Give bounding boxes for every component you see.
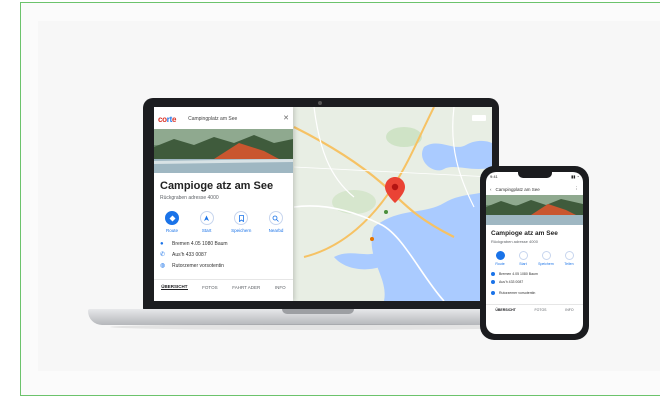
phone-icon: ✆ <box>160 252 166 258</box>
place-photo[interactable] <box>154 129 293 173</box>
phone-place-photo[interactable] <box>486 195 583 225</box>
phone-notch <box>518 172 552 178</box>
phone-tabs: ÜBERSICHT FOTOS INFO <box>486 304 583 315</box>
tab-photos[interactable]: FOTOS <box>202 285 217 290</box>
phone-address-text: Bremen 4.05 1080 Baum <box>499 272 538 276</box>
start-button[interactable]: Start <box>193 211 221 233</box>
place-panel: corte Campingplatz am See ✕ Campioge atz… <box>154 107 293 301</box>
navigate-icon <box>518 251 528 260</box>
tab-info[interactable]: INFO <box>275 285 286 290</box>
tab-directions[interactable]: FAHRT ADER <box>232 285 260 290</box>
bookmark-icon <box>541 251 551 260</box>
globe-icon: ◍ <box>160 263 166 269</box>
menu-icon[interactable]: ⋮ <box>575 186 580 192</box>
phone-tab-overview[interactable]: ÜBERSICHT <box>495 308 515 312</box>
place-title: Campioge atz am See <box>160 180 274 192</box>
phone-place-subtitle: Rückgraben adresse 4000 <box>491 239 538 244</box>
address-row[interactable]: ● Bremen 4.05 1080 Baum <box>160 241 228 247</box>
action-label: Nearbd <box>268 228 284 233</box>
action-label: Speichern <box>231 228 252 233</box>
close-icon[interactable]: ✕ <box>282 115 290 123</box>
action-label: Start <box>201 228 212 233</box>
status-time: 9:41 <box>490 174 498 179</box>
park-2 <box>332 190 376 214</box>
search-input[interactable]: Campingplatz am See <box>188 116 282 122</box>
phone-action-bar: Route Start Speichern Teilen <box>489 251 580 266</box>
phone-text: Aus'h 433 0087 <box>172 252 207 258</box>
phone-place-title: Campioge atz am See <box>491 230 558 237</box>
nearby-button[interactable]: Nearbd <box>262 211 290 233</box>
address-text: Bremen 4.05 1080 Baum <box>172 241 228 247</box>
location-icon <box>491 272 495 276</box>
phone-website-text: Rutorzemer vorsotentin <box>499 291 536 295</box>
phone-route-button[interactable]: Route <box>489 251 511 266</box>
action-label: Teilen <box>564 262 574 266</box>
phone-icon <box>491 280 495 284</box>
website-text: Rutorzemer vorsotentin <box>172 263 224 269</box>
phone-save-button[interactable]: Speichern <box>535 251 557 266</box>
phone-phone-row[interactable]: Aus'h 433 0087 <box>491 280 523 284</box>
phone-screen: 9:41 ▮▮ ◔ ‹ Campingplatz am See ⋮ Campio… <box>486 172 583 334</box>
search-nearby-icon <box>268 211 283 225</box>
map-control[interactable] <box>472 115 486 121</box>
location-icon: ● <box>160 241 164 247</box>
app-logo[interactable]: corte <box>158 115 176 124</box>
status-icons: ▮▮ ◔ <box>571 174 579 179</box>
directions-icon <box>165 211 179 225</box>
poi-marker-1[interactable] <box>384 210 388 214</box>
action-bar: Route Start Speichern Nearbd <box>158 211 290 233</box>
poi-marker-2[interactable] <box>370 237 374 241</box>
directions-icon <box>495 251 505 260</box>
back-arrow-icon[interactable]: ‹ <box>490 187 492 192</box>
place-subtitle: Rückgraben adresse 4000 <box>160 195 219 201</box>
laptop-camera <box>318 101 322 105</box>
save-button[interactable]: Speichern <box>227 211 255 233</box>
phone-phone-text: Aus'h 433 0087 <box>499 280 524 284</box>
phone-row[interactable]: ✆ Aus'h 433 0087 <box>160 252 207 258</box>
route-button[interactable]: Route <box>158 211 186 233</box>
action-label: Route <box>495 262 505 266</box>
panel-header: corte Campingplatz am See ✕ <box>158 113 290 125</box>
website-row[interactable]: ◍ Rutorzemer vorsotentin <box>160 263 224 269</box>
globe-icon <box>491 291 495 295</box>
phone-search-input[interactable]: Campingplatz am See <box>496 187 575 192</box>
action-label: Speichern <box>538 262 554 266</box>
action-label: Route <box>165 228 178 233</box>
navigate-icon <box>199 211 214 225</box>
laptop-shadow <box>110 324 530 330</box>
share-icon <box>564 251 574 260</box>
phone-share-button[interactable]: Teilen <box>558 251 580 266</box>
phone-address-row[interactable]: Bremen 4.05 1080 Baum <box>491 272 538 276</box>
laptop-base-notch <box>282 309 354 314</box>
phone-website-row[interactable]: Rutorzemer vorsotentin <box>491 291 535 295</box>
phone-tab-info[interactable]: INFO <box>565 308 573 312</box>
laptop-screen: corte Campingplatz am See ✕ Campioge atz… <box>154 107 492 301</box>
action-label: Start <box>519 262 527 266</box>
bookmark-icon <box>234 211 249 225</box>
tab-overview[interactable]: ÜBERSICHT <box>161 284 188 290</box>
panel-tabs: ÜBERSICHT FOTOS FAHRT ADER INFO <box>154 279 293 294</box>
phone-search-bar[interactable]: ‹ Campingplatz am See ⋮ <box>490 185 579 193</box>
phone-start-button[interactable]: Start <box>512 251 534 266</box>
phone-tab-photos[interactable]: FOTOS <box>535 308 547 312</box>
